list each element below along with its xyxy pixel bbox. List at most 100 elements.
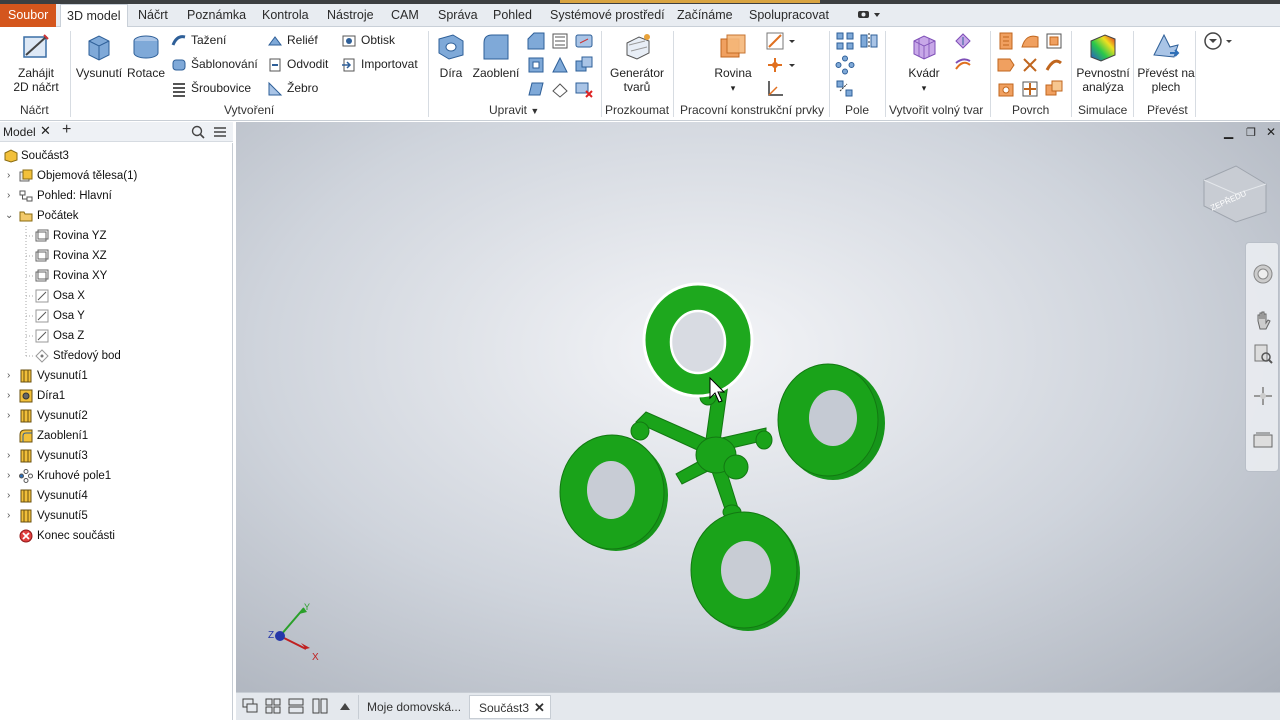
left-ring[interactable] bbox=[559, 434, 668, 551]
expand-icon[interactable]: › bbox=[7, 186, 17, 206]
view-face-icon[interactable] bbox=[1252, 429, 1274, 451]
restore-icon[interactable]: ❐ bbox=[1246, 127, 1256, 139]
bottom-ring[interactable] bbox=[690, 511, 800, 631]
group-label-modify[interactable]: Upravit ▼ bbox=[489, 103, 539, 117]
model-canvas[interactable]: Y X Z ZEPŘEDU ▁ ❐ ✕ bbox=[236, 122, 1280, 692]
rectangular-pattern-button[interactable] bbox=[835, 31, 855, 51]
coil-button[interactable]: Šroubovice bbox=[171, 78, 251, 98]
menu-icon[interactable] bbox=[213, 125, 227, 139]
expand-icon[interactable]: › bbox=[7, 406, 17, 426]
graphics-viewport[interactable]: Y X Z ZEPŘEDU ▁ ❐ ✕ bbox=[236, 122, 1280, 692]
expand-icon[interactable]: › bbox=[7, 366, 17, 386]
thicken-button[interactable] bbox=[526, 79, 546, 99]
expand-icon[interactable]: › bbox=[7, 466, 17, 486]
sketch-driven-pattern-button[interactable] bbox=[835, 79, 855, 99]
sweep-button[interactable]: Tažení bbox=[171, 30, 226, 50]
tab-view[interactable]: Pohled bbox=[493, 4, 532, 27]
viewcube[interactable]: ZEPŘEDU bbox=[1203, 165, 1267, 223]
emboss-button[interactable]: Reliéf bbox=[267, 30, 318, 50]
loft-button[interactable]: Šablonování bbox=[171, 54, 258, 74]
cascade-windows-icon[interactable] bbox=[242, 698, 258, 714]
import-button[interactable]: Importovat bbox=[341, 54, 418, 74]
right-ring[interactable] bbox=[777, 363, 885, 480]
freeform-convert-button[interactable] bbox=[953, 55, 973, 75]
work-axis-dropdown[interactable] bbox=[786, 31, 798, 51]
tab-collaborate[interactable]: Spolupracovat bbox=[749, 4, 829, 27]
extend-button[interactable] bbox=[1044, 55, 1064, 75]
rib-button[interactable]: Žebro bbox=[267, 78, 318, 98]
tab-environments[interactable]: Systémové prostředí bbox=[550, 4, 665, 27]
stitch-button[interactable] bbox=[1020, 31, 1040, 51]
thread-button[interactable] bbox=[526, 55, 546, 75]
tab-sketch[interactable]: Náčrt bbox=[138, 4, 168, 27]
replace-face-button[interactable] bbox=[996, 79, 1016, 99]
model-tab[interactable]: Model bbox=[3, 125, 36, 139]
split-button[interactable] bbox=[550, 55, 570, 75]
tab-annotate[interactable]: Poznámka bbox=[187, 4, 246, 27]
sculpt-button[interactable] bbox=[1044, 31, 1064, 51]
add-icon[interactable]: + bbox=[62, 121, 71, 139]
freeform-box-button[interactable]: Kvádr ▾ bbox=[900, 31, 948, 95]
tab-cam[interactable]: CAM bbox=[391, 4, 419, 27]
tab-inspect[interactable]: Kontrola bbox=[262, 4, 309, 27]
patch-button[interactable] bbox=[996, 55, 1016, 75]
expand-icon[interactable]: › bbox=[7, 506, 17, 526]
combine-button[interactable] bbox=[574, 55, 594, 75]
chamfer-button[interactable] bbox=[526, 31, 546, 51]
work-point-button[interactable] bbox=[765, 55, 785, 75]
circular-pattern-button[interactable] bbox=[835, 55, 855, 75]
revolve-button[interactable]: Rotace bbox=[125, 31, 167, 80]
tile-horizontal-icon[interactable] bbox=[288, 698, 304, 714]
tab-3d-model[interactable]: 3D model bbox=[60, 4, 128, 28]
freeform-edit-button[interactable] bbox=[953, 31, 973, 51]
close-viewport-icon[interactable]: ✕ bbox=[1266, 125, 1276, 139]
shell-button[interactable] bbox=[550, 31, 570, 51]
tab-get-started[interactable]: Začínáme bbox=[677, 4, 733, 27]
tab-document-part3[interactable]: Součást3 ✕ bbox=[469, 695, 551, 719]
shape-generator-button[interactable]: Generátor tvarů bbox=[606, 31, 668, 94]
orbit-icon[interactable] bbox=[1252, 385, 1274, 407]
start-2d-sketch-button[interactable]: Zahájit 2D náčrt bbox=[8, 31, 64, 94]
thicken-offset-button[interactable] bbox=[996, 31, 1016, 51]
work-axis-button[interactable] bbox=[765, 31, 785, 51]
expand-icon[interactable]: › bbox=[7, 446, 17, 466]
fillet-button[interactable]: Zaoblení bbox=[472, 31, 520, 80]
tab-file[interactable]: Soubor bbox=[0, 4, 57, 27]
delete-face-button[interactable] bbox=[574, 79, 594, 99]
search-icon[interactable] bbox=[191, 125, 205, 139]
expand-icon[interactable]: › bbox=[7, 486, 17, 506]
convert-to-sheet-metal-button[interactable]: Převést na plech bbox=[1136, 31, 1196, 94]
ucs-button[interactable] bbox=[765, 79, 785, 99]
tile-windows-icon[interactable] bbox=[265, 698, 281, 714]
derive-button[interactable]: Odvodit bbox=[267, 54, 328, 74]
pan-hand-icon[interactable] bbox=[1252, 309, 1274, 331]
extrude-button[interactable]: Vysunutí bbox=[74, 31, 124, 80]
mirror-button[interactable] bbox=[859, 31, 879, 51]
repair-bodies-button[interactable] bbox=[1044, 79, 1064, 99]
draft-button[interactable] bbox=[574, 31, 594, 51]
expand-icon[interactable]: › bbox=[7, 386, 17, 406]
decal-button[interactable]: Obtisk bbox=[341, 30, 395, 50]
work-point-dropdown[interactable] bbox=[786, 55, 798, 75]
tab-my-home[interactable]: Moje domovská... bbox=[358, 695, 468, 719]
trim-button[interactable] bbox=[1020, 55, 1040, 75]
close-icon[interactable]: ✕ bbox=[40, 123, 51, 139]
hole-button[interactable]: Díra bbox=[434, 31, 468, 80]
ribbon-extra-dropdown[interactable] bbox=[1203, 31, 1237, 51]
steering-wheel-icon[interactable] bbox=[1252, 263, 1274, 285]
top-ring[interactable] bbox=[642, 282, 754, 398]
direct-edit-button[interactable] bbox=[550, 79, 570, 99]
tab-list-up-icon[interactable] bbox=[338, 699, 352, 713]
expand-icon[interactable]: › bbox=[7, 166, 17, 186]
tile-vertical-icon[interactable] bbox=[312, 698, 328, 714]
stress-analysis-button[interactable]: Pevnostní analýza bbox=[1074, 31, 1132, 94]
ribbon-options-icon[interactable] bbox=[856, 4, 882, 27]
delete-face-surface-button[interactable] bbox=[1020, 79, 1040, 99]
tab-tools[interactable]: Nástroje bbox=[327, 4, 374, 27]
minimize-icon[interactable]: ▁ bbox=[1223, 125, 1234, 139]
collapse-icon[interactable]: ⌄ bbox=[5, 206, 15, 226]
work-plane-button[interactable]: Rovina ▾ bbox=[708, 31, 758, 95]
close-tab-icon[interactable]: ✕ bbox=[534, 696, 545, 720]
tab-manage[interactable]: Správa bbox=[438, 4, 478, 27]
zoom-icon[interactable] bbox=[1252, 343, 1274, 365]
